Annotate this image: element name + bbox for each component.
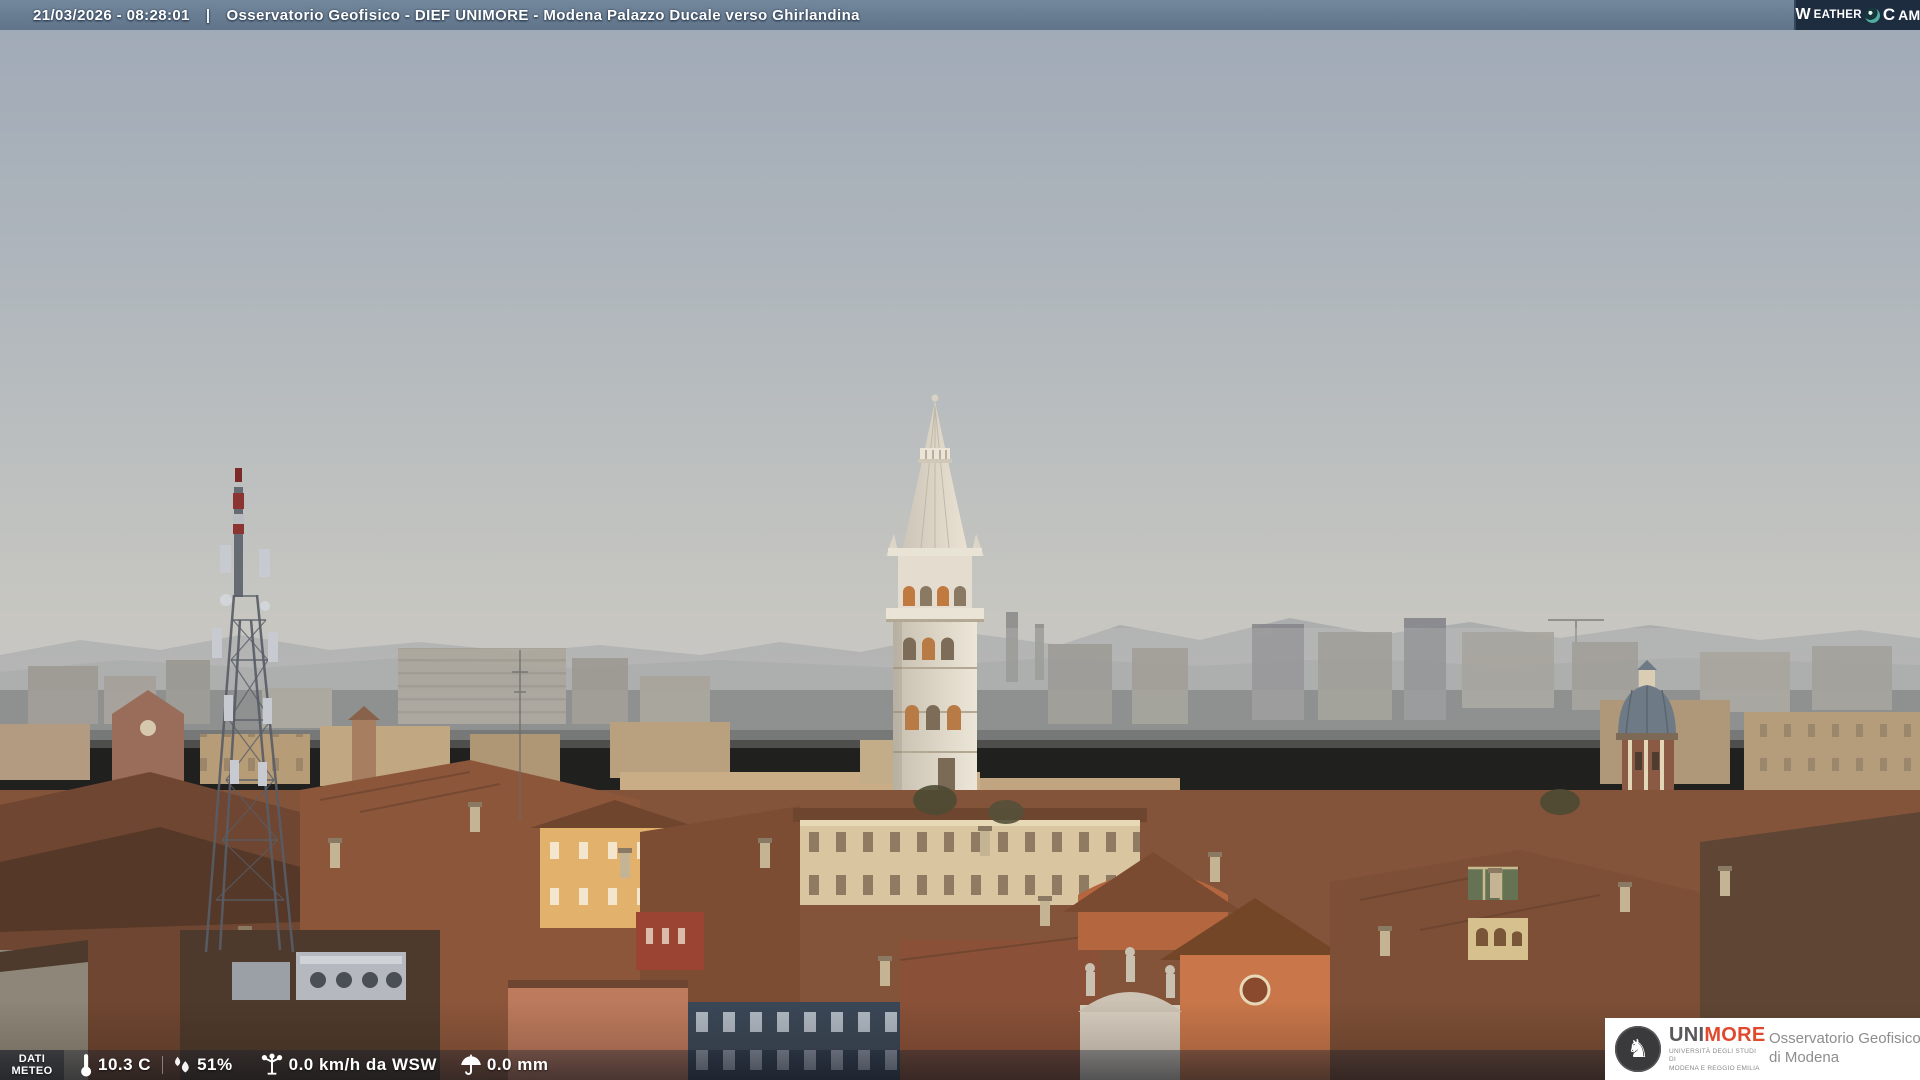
unimore-subtitle-line1: UNIVERSITÀ DEGLI STUDI DI — [1669, 1048, 1757, 1064]
anemometer-icon — [259, 1053, 285, 1077]
timestamp: 21/03/2026 - 08:28:01 — [33, 6, 190, 24]
knight-on-horse-seal-icon: ♞ — [1615, 1026, 1661, 1072]
humidity-value: 51% — [197, 1055, 233, 1074]
umbrella-icon — [459, 1053, 483, 1077]
bar-divider — [162, 1056, 164, 1074]
city-photo — [0, 0, 1920, 1080]
unimore-subtitle-line2: MODENA E REGGIO EMILIA — [1669, 1064, 1760, 1072]
observatory-name-line1: Osservatorio Geofisico — [1769, 1030, 1920, 1048]
thermometer-icon — [78, 1052, 94, 1078]
weather-label-line1: DATI — [18, 1052, 46, 1065]
weathercam-word1-rest: EATHER — [1813, 9, 1862, 21]
webcam-frame: 21/03/2026 - 08:28:01 | Osservatorio Geo… — [0, 0, 1920, 1080]
weathercam-word1-initial: W — [1795, 6, 1811, 23]
unimore-acronym-prefix: UNI — [1669, 1024, 1705, 1047]
temperature-value: 10.3 C — [98, 1055, 152, 1074]
weathercam-word2-rest: AM — [1898, 7, 1920, 23]
camera-lens-icon — [1864, 7, 1880, 23]
unimore-acronym-suffix: MORE — [1704, 1024, 1766, 1047]
weathercam-logo: W EATHER C AM — [1794, 0, 1920, 30]
observatory-name-line2: di Modena — [1769, 1049, 1840, 1066]
observatory-brand-panel: ♞ UNIMORE UNIVERSITÀ DEGLI STUDI DI MODE… — [1605, 1018, 1920, 1080]
water-drops-icon — [171, 1054, 193, 1076]
precipitation-value: 0.0 mm — [486, 1055, 549, 1074]
observatory-name: Osservatorio Geofisico di Modena — [1769, 1030, 1920, 1068]
weathercam-word2-initial: C — [1882, 5, 1896, 24]
unimore-wordmark: UNIMORE UNIVERSITÀ DEGLI STUDI DI MODENA… — [1669, 1024, 1765, 1072]
wind-value: 0.0 km/h da WSW — [288, 1055, 437, 1074]
weather-label-line2: METEO — [11, 1065, 53, 1077]
weather-data-label: DATI METEO — [0, 1050, 64, 1080]
camera-title: Osservatorio Geofisico - DIEF UNIMORE - … — [226, 6, 860, 24]
top-info-bar: 21/03/2026 - 08:28:01 | Osservatorio Geo… — [0, 0, 1920, 30]
separator: | — [205, 6, 211, 24]
